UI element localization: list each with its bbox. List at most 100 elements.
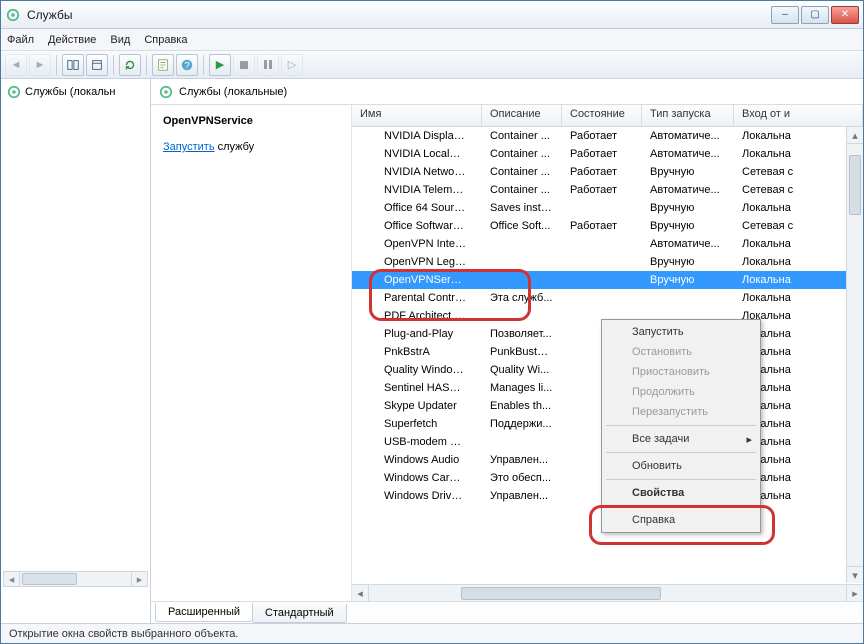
cell-logon: Локальна: [734, 256, 863, 268]
cell-name: NVIDIA Display Co...: [376, 130, 474, 142]
ctx-stop: Остановить: [604, 342, 758, 362]
table-row[interactable]: NVIDIA LocalSyste...Container ...Работае…: [352, 145, 863, 163]
cell-name: OpenVPN Legacy ...: [376, 256, 474, 268]
scroll-right-icon[interactable]: ▸: [131, 572, 147, 586]
gear-icon: [7, 85, 21, 99]
cell-logon: Сетевая с: [734, 166, 863, 178]
separator: [606, 425, 756, 426]
gear-icon: [356, 471, 372, 485]
ctx-start[interactable]: Запустить: [604, 322, 758, 342]
scroll-up-icon[interactable]: ▴: [847, 127, 863, 144]
table-row[interactable]: OpenVPN Legacy ... ВручнуюЛокальна: [352, 253, 863, 271]
scroll-left-icon[interactable]: ◂: [4, 572, 20, 586]
cell-desc: Enables th...: [482, 400, 562, 412]
cell-desc: Quality Wi...: [482, 364, 562, 376]
hscroll-thumb[interactable]: [461, 587, 661, 600]
close-button[interactable]: ✕: [831, 6, 859, 24]
gear-icon: [356, 183, 372, 197]
scroll-left-icon[interactable]: ◂: [352, 585, 369, 602]
cell-logon: Локальна: [734, 148, 863, 160]
start-link[interactable]: Запустить: [163, 141, 215, 153]
status-text: Открытие окна свойств выбранного объекта…: [9, 628, 238, 640]
start-service-button[interactable]: ▶: [209, 54, 231, 76]
back-button[interactable]: ◄: [5, 54, 27, 76]
gear-icon: [356, 327, 372, 341]
export-button[interactable]: [86, 54, 108, 76]
cell-desc: Это обесп...: [482, 472, 562, 484]
cell-logon: Локальна: [734, 202, 863, 214]
cell-name: NVIDIA LocalSyste...: [376, 148, 474, 160]
pause-service-button[interactable]: [257, 54, 279, 76]
cell-name: Quality Windows ...: [376, 364, 474, 376]
table-row[interactable]: Office 64 Source E...Saves insta...Вручн…: [352, 199, 863, 217]
table-row[interactable]: Office Software Pr...Office Soft...Работ…: [352, 217, 863, 235]
cell-desc: Поддержи...: [482, 418, 562, 430]
cell-desc: Эта служб...: [482, 292, 562, 304]
forward-button[interactable]: ►: [29, 54, 51, 76]
separator: [606, 479, 756, 480]
col-logon[interactable]: Вход от и: [734, 105, 863, 126]
scroll-right-icon[interactable]: ▸: [846, 585, 863, 602]
table-row[interactable]: NVIDIA Telemetry ...Container ...Работае…: [352, 181, 863, 199]
cell-desc: Управлен...: [482, 454, 562, 466]
cell-name: NVIDIA Telemetry ...: [376, 184, 474, 196]
menu-action[interactable]: Действие: [48, 34, 96, 46]
stop-service-button[interactable]: [233, 54, 255, 76]
menu-view[interactable]: Вид: [110, 34, 130, 46]
menu-help[interactable]: Справка: [144, 34, 187, 46]
refresh-button[interactable]: [119, 54, 141, 76]
vscroll-thumb[interactable]: [849, 155, 861, 215]
properties-button[interactable]: [152, 54, 174, 76]
tab-extended[interactable]: Расширенный: [155, 603, 253, 622]
table-row[interactable]: NVIDIA NetworkS...Container ...РаботаетВ…: [352, 163, 863, 181]
col-name[interactable]: Имя: [352, 105, 482, 126]
tree-root-label: Службы (локальн: [25, 86, 115, 98]
cell-startup: Вручную: [642, 274, 734, 286]
tree-root[interactable]: Службы (локальн: [3, 83, 148, 101]
gear-icon: [159, 85, 173, 99]
cell-state: Работает: [562, 184, 642, 196]
restart-service-button[interactable]: ▷: [281, 54, 303, 76]
gear-icon: [356, 219, 372, 233]
col-state[interactable]: Состояние: [562, 105, 642, 126]
col-desc[interactable]: Описание: [482, 105, 562, 126]
cell-desc: Container ...: [482, 130, 562, 142]
cell-logon: Сетевая с: [734, 220, 863, 232]
cell-logon: Локальна: [734, 274, 863, 286]
start-service-text: Запустить службу: [163, 141, 339, 153]
tab-standard[interactable]: Стандартный: [252, 604, 347, 623]
table-row[interactable]: OpenVPNServiceВручнуюЛокальна: [352, 271, 863, 289]
left-hscroll[interactable]: ◂ ▸: [3, 571, 148, 587]
vscrollbar[interactable]: ▴ ▾: [846, 127, 863, 583]
table-row[interactable]: NVIDIA Display Co...Container ...Работае…: [352, 127, 863, 145]
scroll-thumb[interactable]: [22, 573, 77, 585]
cell-logon: Локальна: [734, 130, 863, 142]
minimize-button[interactable]: –: [771, 6, 799, 24]
hscrollbar[interactable]: ◂ ▸: [352, 584, 863, 601]
separator: [146, 55, 147, 75]
maximize-button[interactable]: ▢: [801, 6, 829, 24]
app-icon: [5, 7, 21, 23]
cell-logon: Сетевая с: [734, 184, 863, 196]
gear-icon: [356, 489, 372, 503]
cell-desc: Manages li...: [482, 382, 562, 394]
menu-file[interactable]: Файл: [7, 34, 34, 46]
show-hide-button[interactable]: [62, 54, 84, 76]
table-row[interactable]: OpenVPN Interact...Автоматиче...Локальна: [352, 235, 863, 253]
ctx-alltasks[interactable]: Все задачи: [604, 429, 758, 449]
context-menu: Запустить Остановить Приостановить Продо…: [601, 319, 761, 533]
col-startup[interactable]: Тип запуска: [642, 105, 734, 126]
titlebar[interactable]: Службы – ▢ ✕: [1, 1, 863, 29]
ctx-help[interactable]: Справка: [604, 510, 758, 530]
ctx-properties[interactable]: Свойства: [604, 483, 758, 503]
ctx-refresh[interactable]: Обновить: [604, 456, 758, 476]
table-row[interactable]: Parental ControlsЭта служб...Локальна: [352, 289, 863, 307]
separator: [113, 55, 114, 75]
cell-state: Работает: [562, 220, 642, 232]
cell-state: Работает: [562, 166, 642, 178]
separator: [203, 55, 204, 75]
cell-startup: Вручную: [642, 256, 734, 268]
gear-icon: [356, 201, 372, 215]
scroll-down-icon[interactable]: ▾: [847, 566, 863, 583]
help-button[interactable]: ?: [176, 54, 198, 76]
